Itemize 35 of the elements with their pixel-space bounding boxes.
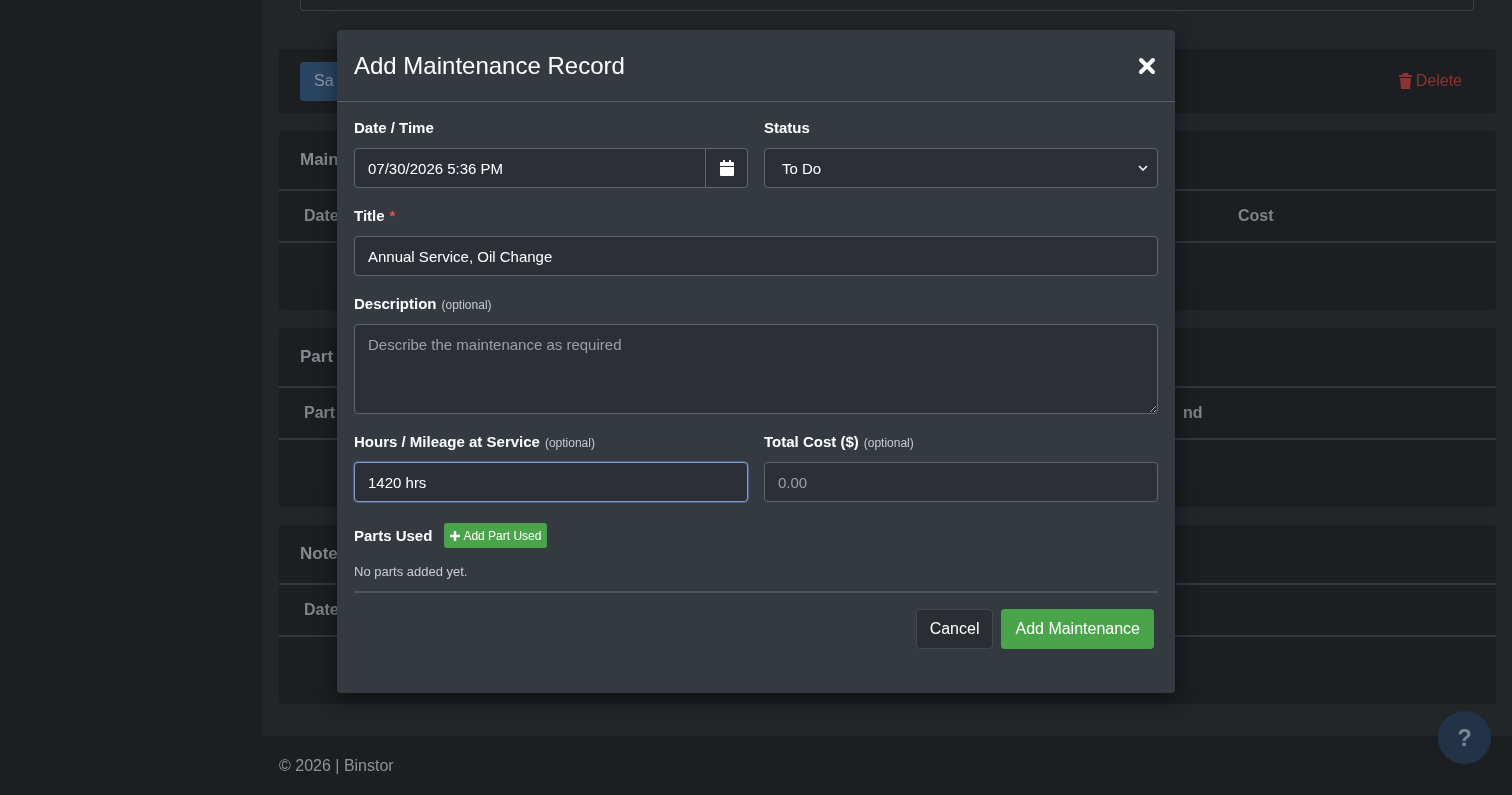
cost-field[interactable]: 0.00 [764,462,1158,502]
section-title: Main [300,150,339,170]
field-label: Hours / Mileage at Service [354,433,540,450]
field-label: Status [764,119,810,136]
trash-icon [1398,73,1412,89]
close-icon[interactable] [1138,56,1156,75]
required-mark: * [389,207,396,224]
description-field[interactable]: Describe the maintenance as required [354,324,1158,414]
optional-hint: (optional) [544,436,595,450]
column-header: nd [1183,404,1203,422]
section-title: Part [300,347,334,367]
date-time-field[interactable]: 07/30/2026 5:36 PM [354,148,706,188]
title-field[interactable]: Annual Service, Oil Change [354,236,1158,276]
field-label: Title [354,207,385,224]
column-header: Cost [1238,207,1274,225]
optional-hint: (optional) [863,436,914,450]
field-label: Description [354,295,437,312]
column-header: Date [304,207,339,225]
field-label: Date / Time [354,119,434,136]
optional-hint: (optional) [441,298,492,312]
empty-parts-text: No parts added yet. [354,564,468,579]
calendar-icon [719,160,734,176]
parts-used-label: Parts Used [354,527,433,544]
calendar-button[interactable] [706,148,748,188]
section-title: Note [300,544,338,564]
column-header: Date [304,601,339,619]
copyright-text: © 2026 | Binstor [279,756,394,775]
column-header: Part [304,404,336,422]
cancel-button[interactable]: Cancel [915,609,994,649]
field-label: Total Cost ($) [764,433,859,450]
chevron-icon [1138,165,1148,171]
plus-icon [450,530,461,541]
hours-field[interactable]: 1420 hrs [354,462,748,502]
status-select[interactable]: To Do [764,148,1158,188]
modal-title: Add Maintenance Record [354,51,625,80]
